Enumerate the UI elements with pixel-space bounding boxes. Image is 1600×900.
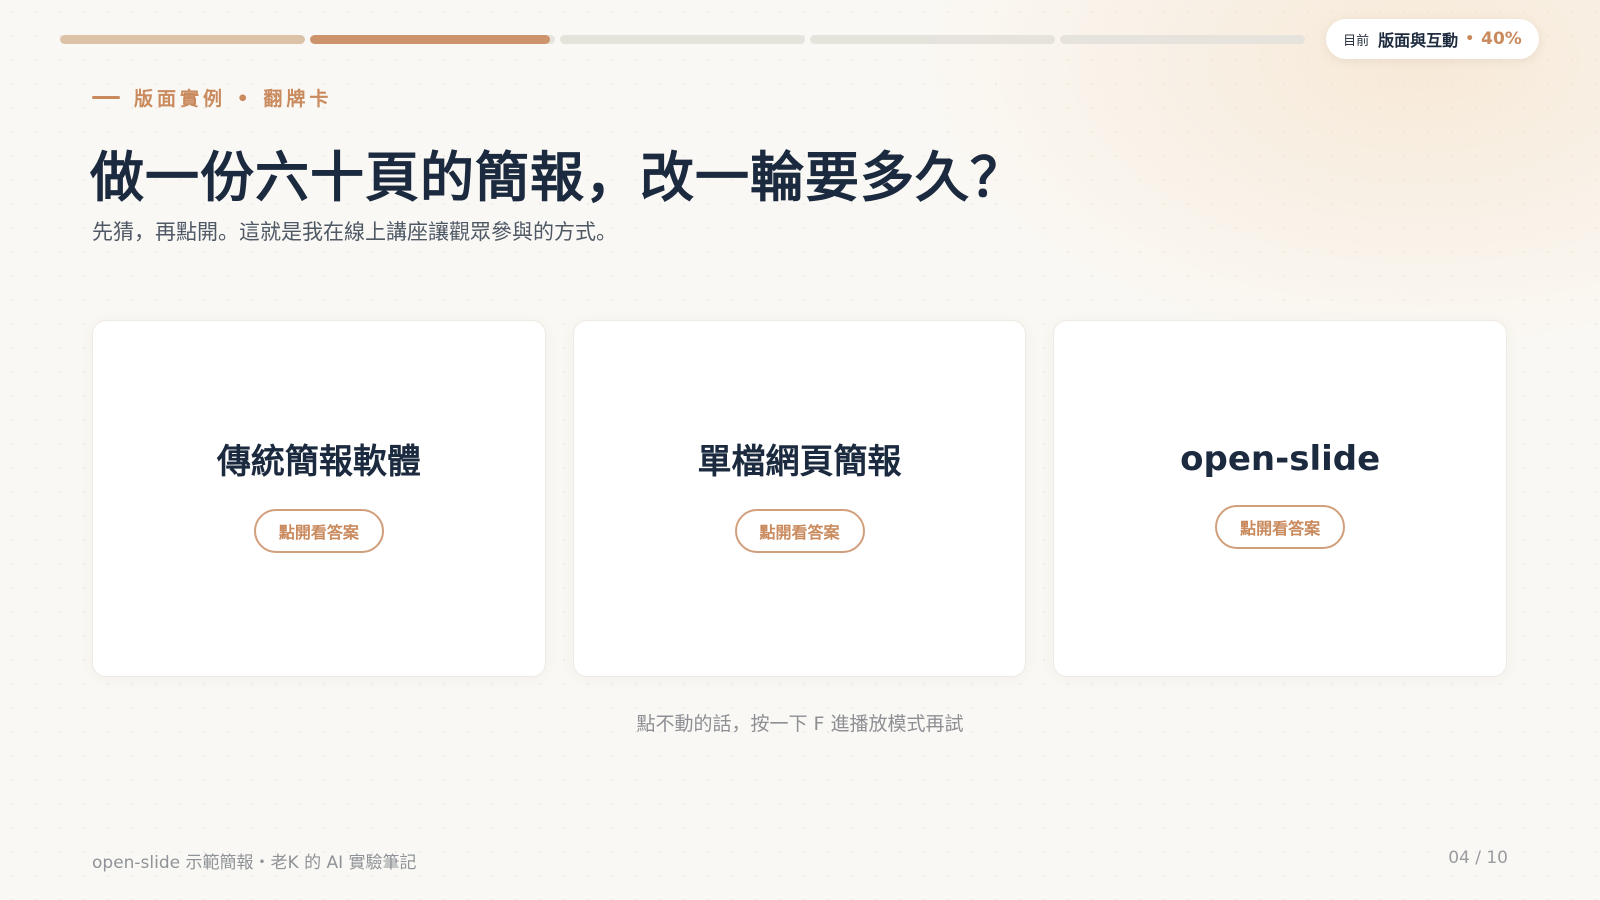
progress-percent: 40%	[1481, 29, 1522, 49]
progress-segment-fill	[60, 35, 305, 44]
current-section-indicator: 目前 版面與互動 • 40%	[1326, 19, 1539, 59]
progress-segment-4	[810, 35, 1055, 44]
progress-segment-2	[310, 35, 555, 44]
progress-segment-fill	[310, 35, 551, 44]
progress-bar	[60, 35, 1305, 44]
current-label: 目前	[1343, 33, 1370, 49]
page-subtitle: 先猜，再點開。這就是我在線上講座讓觀眾參與的方式。	[92, 220, 617, 244]
reveal-answer-button[interactable]: 點開看答案	[1215, 504, 1346, 549]
flip-card-traditional-software[interactable]: 傳統簡報軟體 點開看答案	[92, 320, 546, 677]
page-title: 做一份六十頁的簡報，改一輪要多久？	[90, 146, 1025, 209]
separator-dot-icon: •	[1465, 31, 1475, 47]
card-title: 單檔網頁簡報	[697, 442, 902, 482]
eyebrow-text: 版面實例 • 翻牌卡	[134, 88, 333, 110]
reveal-answer-button[interactable]: 點開看答案	[253, 509, 384, 553]
progress-segment-5	[1060, 35, 1305, 44]
reveal-answer-button[interactable]: 點開看答案	[734, 509, 865, 553]
flip-card-open-slide[interactable]: open-slide 點開看答案	[1053, 320, 1508, 677]
flip-cards: 傳統簡報軟體 點開看答案 單檔網頁簡報 點開看答案 open-slide 點開看…	[92, 320, 1508, 677]
progress-segment-3	[560, 35, 805, 44]
progress-segment-1	[60, 35, 305, 44]
card-title: 傳統簡報軟體	[216, 442, 421, 482]
card-title: open-slide	[1180, 438, 1381, 479]
page-number: 04 / 10	[1448, 848, 1508, 868]
footer-credit: open-slide 示範簡報・老K 的 AI 實驗筆記	[92, 853, 417, 873]
current-section-name: 版面與互動	[1378, 31, 1459, 50]
eyebrow: 版面實例 • 翻牌卡	[92, 84, 332, 111]
hint-text: 點不動的話，按一下 F 進播放模式再試	[636, 713, 964, 735]
flip-card-single-file-web[interactable]: 單檔網頁簡報 點開看答案	[572, 320, 1027, 677]
eyebrow-dash-icon	[92, 96, 120, 99]
